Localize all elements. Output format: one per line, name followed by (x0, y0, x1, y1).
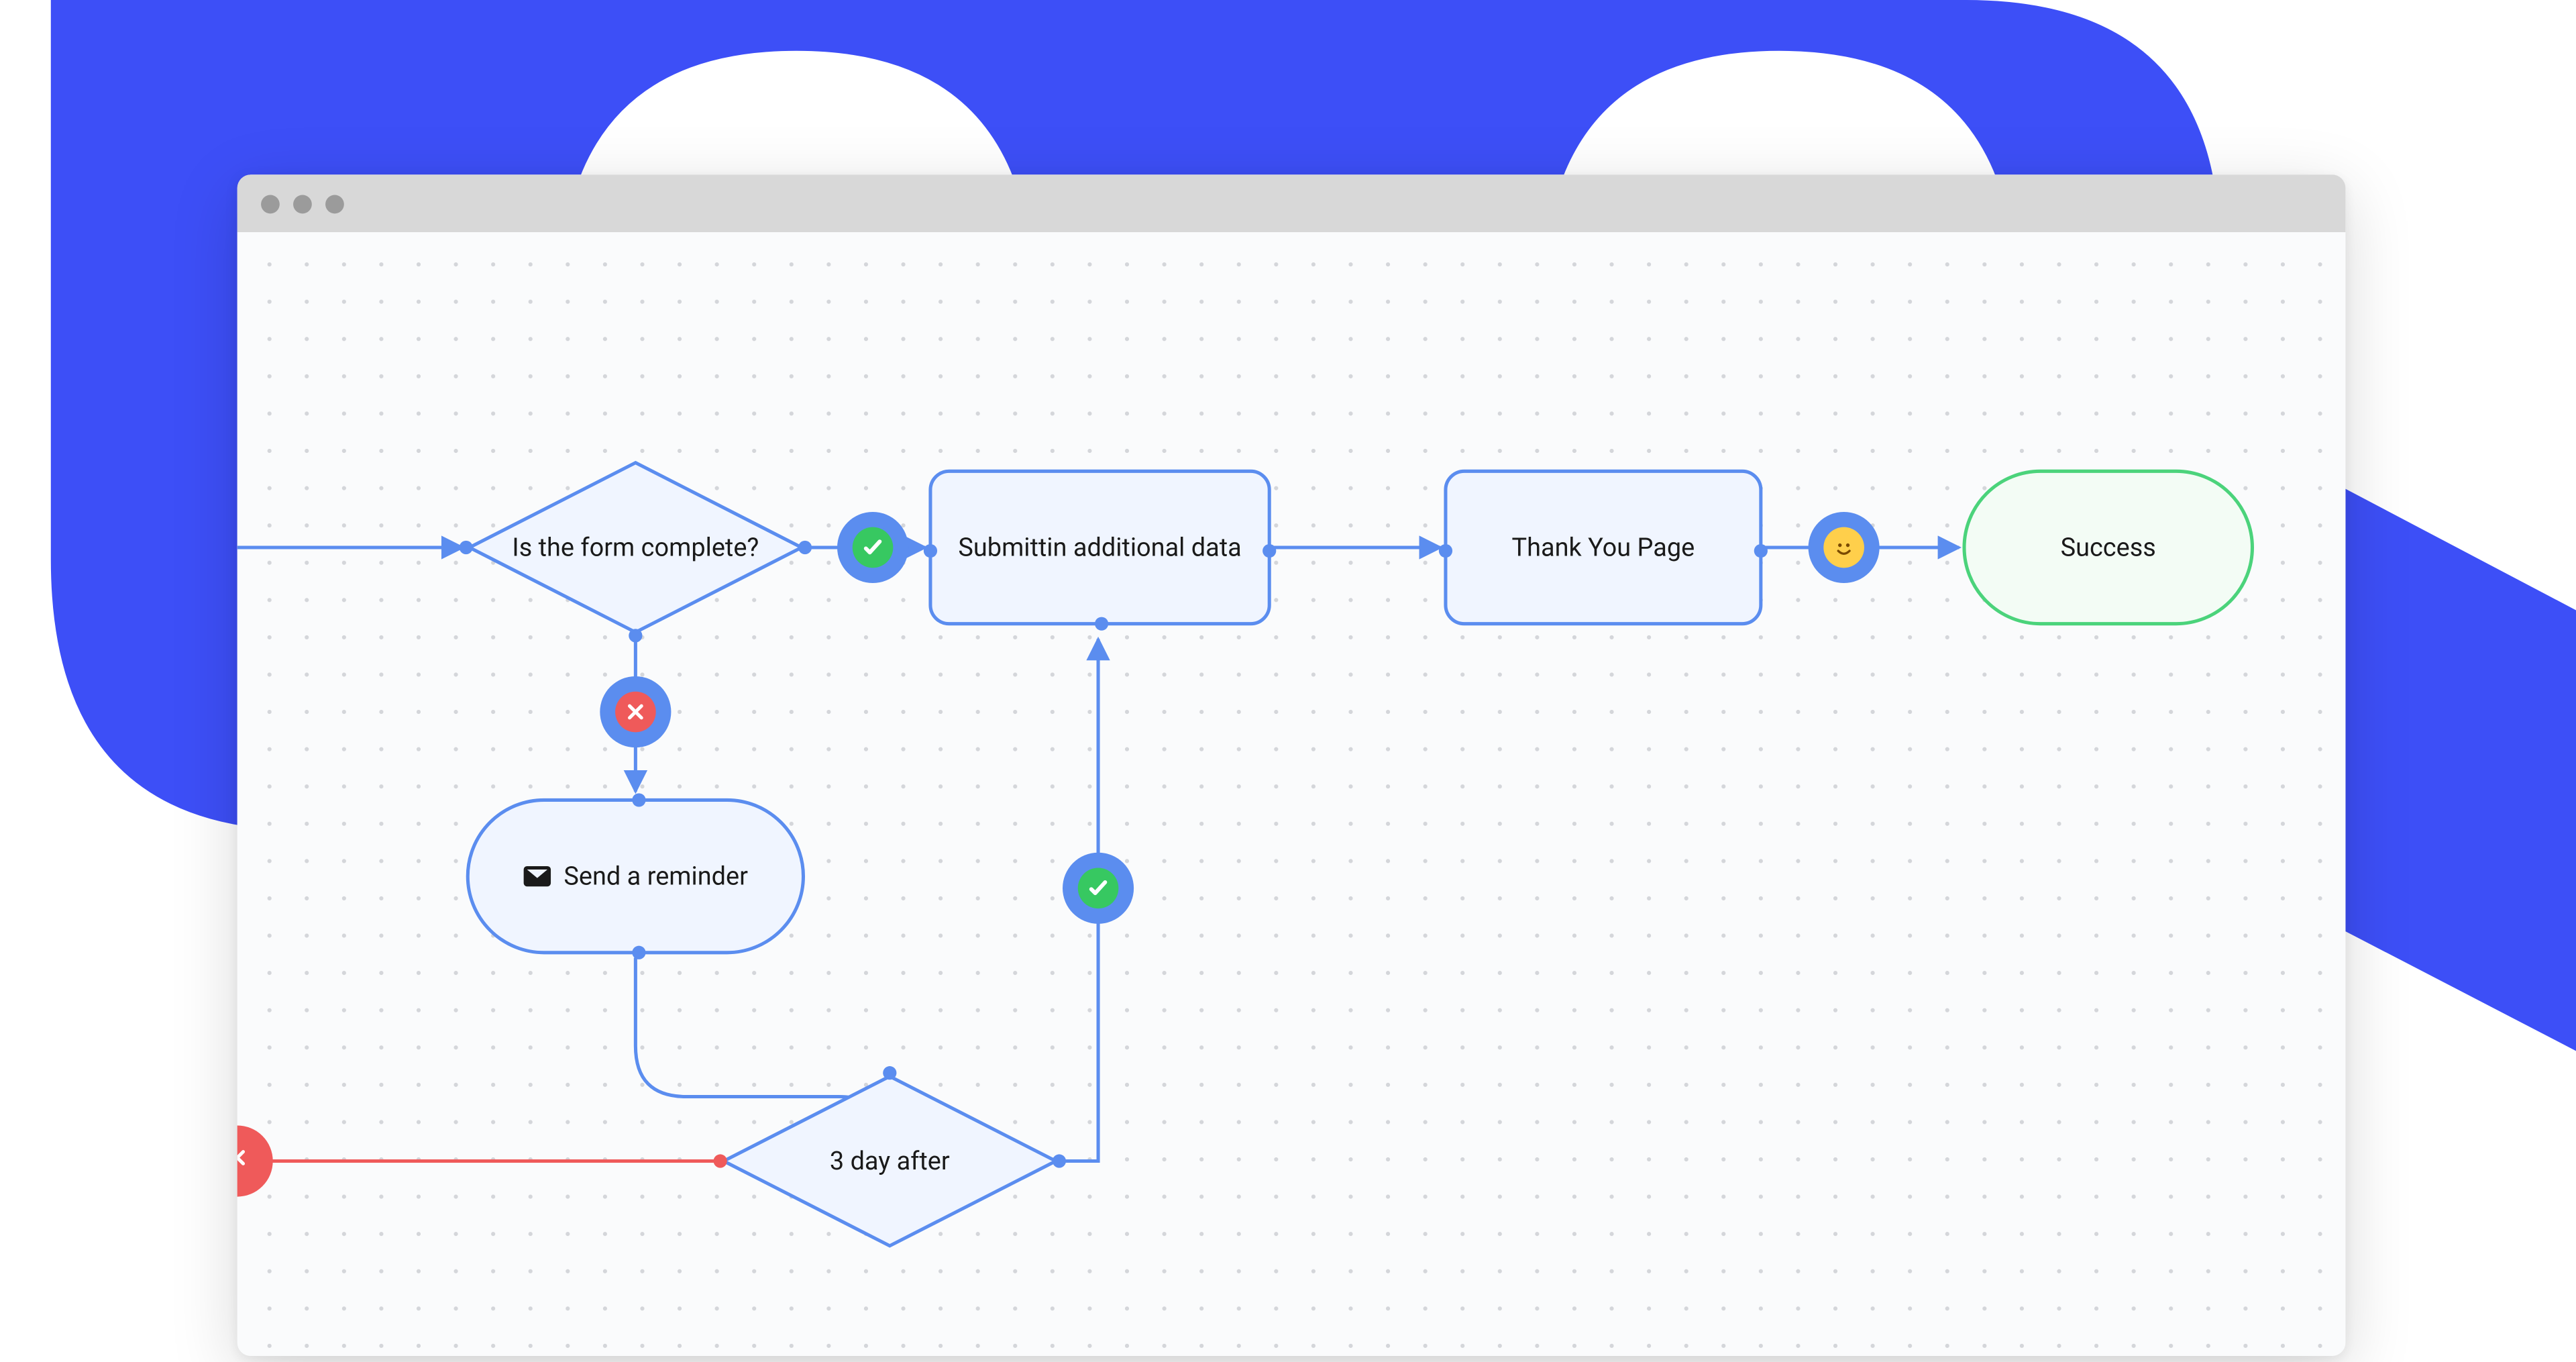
flow-connectors (237, 232, 2346, 1356)
connector-loop-yes-badge[interactable] (1063, 853, 1134, 924)
cross-icon (237, 1147, 248, 1174)
window-zoom-dot[interactable] (325, 194, 344, 213)
terminator-label: Success (2061, 532, 2156, 562)
process-submit-data[interactable]: Submittin additional data (928, 470, 1271, 625)
decision-label: 3 day after (830, 1146, 950, 1176)
connector-yes-badge[interactable] (837, 512, 908, 583)
window-close-dot[interactable] (261, 194, 280, 213)
terminator-success[interactable]: Success (1962, 470, 2254, 625)
mail-icon (523, 866, 550, 886)
process-thank-you[interactable]: Thank You Page (1444, 470, 1762, 625)
connector-no-badge[interactable] (600, 676, 671, 747)
smile-icon (1823, 527, 1864, 568)
connector-done-badge[interactable] (1809, 512, 1880, 583)
action-send-reminder[interactable]: Send a reminder (466, 798, 805, 954)
process-label: Submittin additional data (958, 532, 1241, 562)
check-icon (853, 527, 894, 568)
action-label: Send a reminder (564, 861, 748, 891)
decision-label: Is the form complete? (512, 532, 759, 562)
process-label: Thank You Page (1511, 532, 1695, 562)
window-titlebar (237, 174, 2346, 232)
cross-icon (615, 692, 656, 733)
editor-window: Is the form complete? Submittin addition… (237, 174, 2346, 1356)
connector-fail-badge[interactable] (237, 1125, 273, 1196)
decision-3-day-after[interactable]: 3 day after (720, 1073, 1059, 1249)
decision-form-complete[interactable]: Is the form complete? (466, 460, 805, 636)
flow-canvas[interactable]: Is the form complete? Submittin addition… (237, 232, 2346, 1356)
window-minimize-dot[interactable] (293, 194, 312, 213)
check-icon (1078, 868, 1119, 908)
